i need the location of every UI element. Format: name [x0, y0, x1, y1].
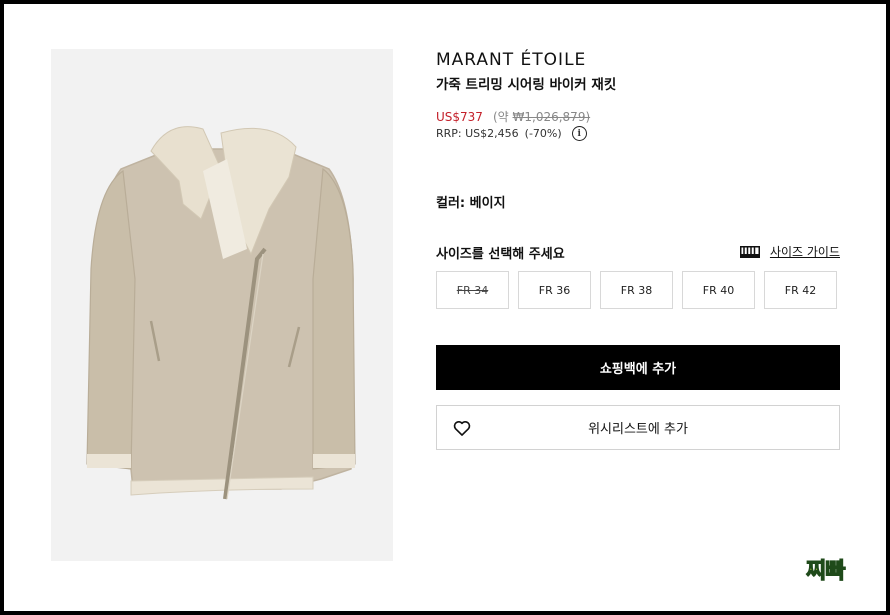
- heart-icon: [453, 420, 471, 436]
- add-to-wishlist-button[interactable]: 위시리스트에 추가: [436, 405, 840, 450]
- watermark-logo: 찌빠: [805, 558, 846, 584]
- size-prompt: 사이즈를 선택해 주세요: [436, 247, 565, 262]
- rrp-price: RRP: US$2,456: [436, 127, 519, 140]
- size-option-fr42[interactable]: FR 42: [764, 271, 837, 309]
- size-guide-link[interactable]: 사이즈 가이드: [739, 243, 840, 260]
- rrp-row: RRP: US$2,456 (-70%) i: [436, 126, 587, 141]
- product-image[interactable]: [51, 49, 393, 561]
- brand-name[interactable]: MARANT ÉTOILE: [436, 50, 586, 70]
- product-title: 가죽 트리밍 시어링 바이커 재킷: [436, 77, 617, 93]
- size-option-fr40[interactable]: FR 40: [682, 271, 755, 309]
- approx-prefix: (약: [492, 110, 509, 124]
- info-icon[interactable]: i: [571, 126, 587, 141]
- sale-price: US$737: [436, 110, 483, 124]
- size-options: FR 34 FR 36 FR 38 FR 40 FR 42: [436, 271, 840, 309]
- color-label: 컬러: 베이지: [436, 196, 506, 211]
- price-row: US$737 (약 ₩1,026,879): [436, 108, 590, 125]
- jacket-illustration: [86, 126, 356, 500]
- size-option-fr34[interactable]: FR 34: [436, 271, 509, 309]
- size-guide-label[interactable]: 사이즈 가이드: [770, 243, 840, 260]
- size-option-fr38[interactable]: FR 38: [600, 271, 673, 309]
- approx-price: (약 ₩1,026,879): [493, 108, 590, 125]
- discount-badge: (-70%): [524, 127, 562, 140]
- ruler-icon: [739, 245, 760, 258]
- add-to-bag-label: 쇼핑백에 추가: [599, 362, 677, 377]
- add-to-wishlist-label: 위시리스트에 추가: [588, 422, 688, 437]
- size-option-fr36[interactable]: FR 36: [518, 271, 591, 309]
- add-to-bag-button[interactable]: 쇼핑백에 추가: [436, 345, 840, 390]
- approx-krw: ₩1,026,879): [512, 110, 591, 124]
